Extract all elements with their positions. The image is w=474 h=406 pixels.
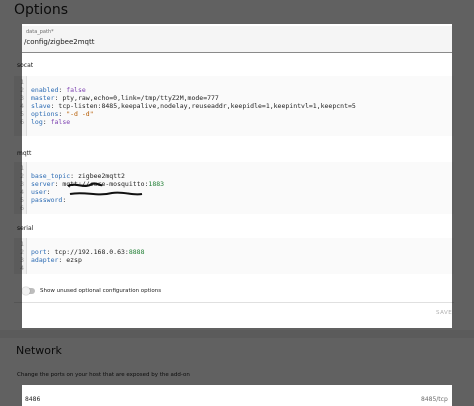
code-line: 6 log: false [14,118,454,126]
yaml-key: options [31,110,59,118]
yaml-sep: : [42,118,51,126]
line-number: 6 [20,118,24,126]
line-text: adapter: ezsp [31,256,82,264]
save-button[interactable]: SAVE [436,310,452,316]
network-title: Network [16,344,62,357]
socat-label: socat [17,62,34,69]
show-optional-toggle[interactable] [22,287,35,295]
yaml-key: user [31,188,47,196]
yaml-sep: : [46,188,55,196]
card-gap [0,330,474,338]
yaml-port: 8888 [128,248,145,256]
line-number: 2 [20,172,24,180]
port-input[interactable]: 8486 [25,396,40,403]
yaml-value: false [66,86,86,94]
network-description: Change the ports on your host that are e… [17,372,190,378]
toggle-knob [22,287,30,295]
code-line: 5 options: "-d -d" [14,110,454,118]
line-number: 1 [20,240,24,248]
code-line: 6 [14,204,454,212]
line-text: port: tcp://192.168.0.63:8888 [31,248,145,256]
line-number: 1 [20,78,24,86]
yaml-key: log [31,118,43,126]
yaml-value: tcp-listen:8485,keepalive,nodelay,reusea… [58,102,356,110]
line-number: 5 [20,196,24,204]
line-number: 2 [20,86,24,94]
yaml-value: tcp://192.168.0.63: [54,248,129,256]
mqtt-editor[interactable]: 1 2 base_topic: zigbee2mqtt2 3 server: mqtt:… [14,162,454,214]
code-line: 2 port: tcp://192.168.0.63:8888 [14,248,454,256]
yaml-value: "-d -d" [66,110,94,118]
line-text: enabled: false [31,86,86,94]
line-text: master: pty,raw,echo=0,link=/tmp/ttyZ2M,… [31,94,219,102]
code-line: 2 enabled: false [14,86,454,94]
data-path-label: data_path* [26,29,54,35]
yaml-key: adapter [31,256,59,264]
code-line: 2 base_topic: zigbee2mqtt2 [14,172,454,180]
line-text: log: false [31,118,70,126]
yaml-key: password [31,196,63,204]
data-path-input[interactable]: /config/zigbee2mqtt [24,38,94,46]
port-container-label: 8485/tcp [421,396,448,403]
line-number: 3 [20,256,24,264]
yaml-sep: : [70,172,78,180]
line-text: user: [31,188,54,196]
yaml-key: enabled [31,86,59,94]
serial-editor[interactable]: 1 2 port: tcp://192.168.0.63:8888 3 adapter:… [14,238,454,274]
line-number: 3 [20,94,24,102]
line-text: options: "-d -d" [31,110,94,118]
yaml-value: ezsp [66,256,82,264]
code-line: 3 adapter: ezsp [14,256,454,264]
line-text: base_topic: zigbee2mqtt2 [31,172,125,180]
redaction-scribble [67,182,143,196]
code-line: 1 [14,164,454,172]
data-path-field[interactable]: data_path* /config/zigbee2mqtt [22,26,452,53]
code-line: 3 master: pty,raw,echo=0,link=/tmp/ttyZ2M… [14,94,454,102]
yaml-key: base_topic [31,172,71,180]
socat-editor[interactable]: 1 2 enabled: false 3 master: pty,raw,echo=0,… [14,76,454,136]
show-optional-label: Show unused optional configuration optio… [40,288,162,294]
line-text: slave: tcp-listen:8485,keepalive,nodelay… [31,102,356,110]
code-line: 4 slave: tcp-listen:8485,keepalive,nodela… [14,102,454,110]
yaml-port: 1883 [148,180,165,188]
line-number: 6 [20,204,24,212]
code-line: 1 [14,240,454,248]
mqtt-label: mqtt [17,150,32,157]
yaml-value: false [50,118,71,126]
line-number: 3 [20,180,24,188]
line-text: password: [31,196,70,204]
line-number: 4 [20,188,24,196]
options-title: Options [14,2,69,18]
line-number: 2 [20,248,24,256]
line-number: 1 [20,164,24,172]
line-number: 5 [20,110,24,118]
code-line: 4 [14,264,454,272]
yaml-key: server [31,180,55,188]
options-card: Options data_path* /config/zigbee2mqtt s… [0,0,474,406]
yaml-key: port [31,248,47,256]
yaml-key: master [31,94,55,102]
divider [14,302,454,303]
code-line: 1 [14,78,454,86]
yaml-value: zigbee2mqtt2 [77,172,125,180]
line-number: 4 [20,264,24,272]
yaml-value: pty,raw,echo=0,link=/tmp/ttyZ2M,mode=777 [62,94,219,102]
line-number: 4 [20,102,24,110]
yaml-key: slave [31,102,51,110]
serial-label: serial [17,225,34,232]
